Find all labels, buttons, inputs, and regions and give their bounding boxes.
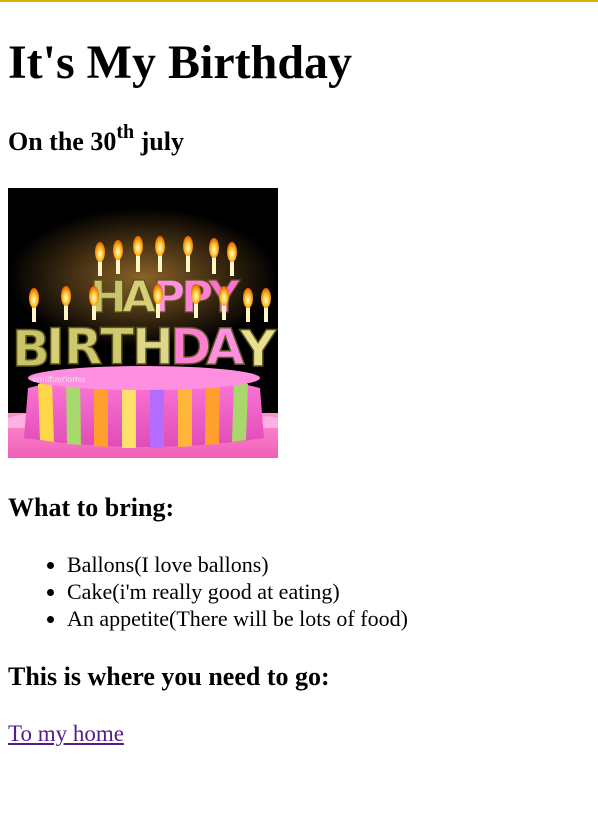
date-suffix: july (134, 127, 184, 156)
list-item: An appetite(There will be lots of food) (67, 605, 408, 632)
image-watermark: emilfuvriomu (32, 375, 85, 384)
list-item: Ballons(I love ballons) (67, 551, 408, 578)
svg-text:A: A (122, 272, 156, 323)
where-to-go-heading: This is where you need to go: (8, 662, 330, 691)
what-to-bring-heading: What to bring: (8, 493, 175, 522)
svg-text:R: R (64, 318, 103, 376)
svg-text:H: H (132, 318, 174, 376)
list-item: Cake(i'm really good at eating) (67, 578, 408, 605)
top-border (0, 0, 598, 2)
svg-text:I: I (46, 318, 65, 376)
birthday-cake-image: B I R T H D A Y H A P P Y (8, 188, 278, 458)
page-title: It's My Birthday (8, 36, 353, 89)
bring-list: Ballons(I love ballons) Cake(i'm really … (8, 551, 408, 632)
birthday-date: On the 30th july (8, 122, 184, 162)
svg-text:Y: Y (239, 320, 277, 378)
date-superscript: th (116, 121, 135, 144)
home-link[interactable]: To my home (8, 719, 124, 749)
svg-text:B: B (12, 320, 50, 378)
date-prefix: On the 30 (8, 127, 117, 156)
svg-text:T: T (100, 318, 134, 376)
